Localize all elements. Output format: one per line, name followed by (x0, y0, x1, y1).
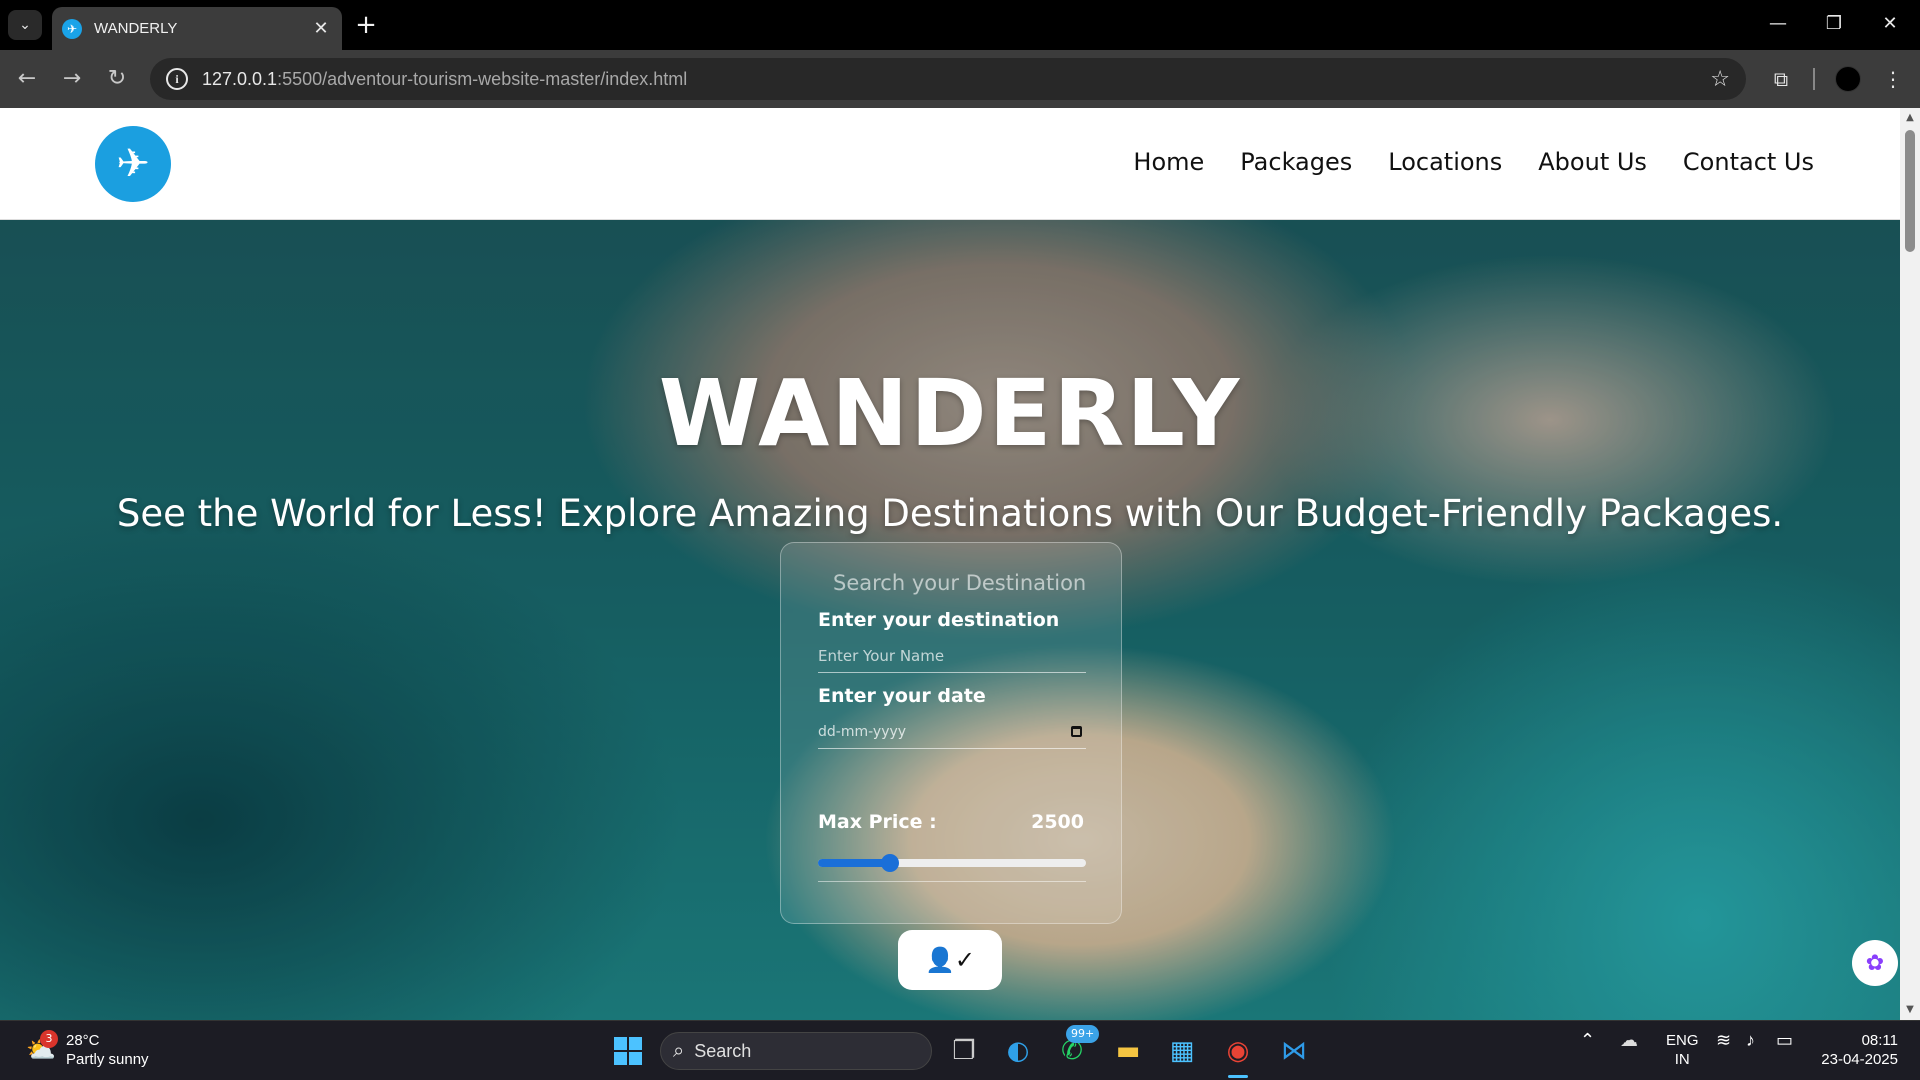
menu-kebab-icon[interactable]: ⋮ (1878, 64, 1908, 94)
page-viewport: ✈ Home Packages Locations About Us Conta… (0, 108, 1920, 1020)
wifi-icon[interactable]: ≋ (1716, 1031, 1731, 1050)
edge-browser-icon[interactable]: ◐ (1000, 1033, 1036, 1069)
submit-button[interactable]: 👤✓ (898, 930, 1002, 990)
clock-time: 08:11 (1861, 1032, 1898, 1049)
search-form-card: Search your Destination Enter your desti… (780, 542, 1122, 924)
airplane-logo-icon[interactable]: ✈ (95, 126, 171, 202)
show-hidden-icons-icon[interactable]: ⌃ (1580, 1031, 1595, 1050)
browser-tab[interactable]: ✈ WANDERLY ✕ (52, 7, 342, 50)
minimize-icon[interactable]: — (1758, 8, 1798, 40)
tab-title: WANDERLY (94, 20, 178, 37)
battery-icon[interactable]: ▭ (1776, 1031, 1793, 1050)
close-tab-icon[interactable]: ✕ (310, 18, 332, 39)
slider-thumb[interactable] (881, 854, 900, 872)
date-label: Enter your date (818, 685, 986, 707)
forward-icon[interactable]: → (57, 64, 87, 94)
destination-input[interactable] (818, 639, 1086, 673)
search-card-title: Search your Destination (833, 571, 1087, 595)
scroll-down-icon[interactable]: ▼ (1904, 1004, 1916, 1016)
site-nav: Home Packages Locations About Us Contact… (1133, 148, 1814, 176)
toolbar-separator (1813, 68, 1815, 90)
assistant-brain-icon[interactable]: ✿ (1852, 940, 1898, 986)
reload-icon[interactable]: ↻ (102, 64, 132, 94)
site-header: ✈ Home Packages Locations About Us Conta… (0, 108, 1900, 220)
url-path: :5500/adventour-tourism-website-master/i… (277, 68, 688, 89)
volume-icon[interactable]: ♪ (1746, 1031, 1755, 1050)
windows-taskbar: ⛅ 3 28°C Partly sunny ⌕ Search ❐ ◐ ✆ 99+… (0, 1020, 1920, 1080)
hero-subtitle: See the World for Less! Explore Amazing … (116, 492, 1784, 535)
language-indicator[interactable]: ENG IN (1666, 1031, 1699, 1069)
date-input[interactable]: dd-mm-yyyy (818, 715, 1086, 749)
scroll-up-icon[interactable]: ▲ (1904, 112, 1916, 124)
calendar-icon[interactable] (1071, 726, 1082, 737)
microsoft-store-icon[interactable]: ▦ (1164, 1033, 1200, 1069)
profile-avatar[interactable] (1835, 66, 1861, 92)
taskbar-search[interactable]: ⌕ Search (660, 1032, 932, 1070)
address-bar[interactable]: i 127.0.0.1:5500/adventour-tourism-websi… (150, 58, 1746, 100)
clock[interactable]: 08:11 23-04-2025 (1818, 1031, 1898, 1069)
extensions-icon[interactable]: ⧉ (1766, 64, 1796, 94)
nav-locations[interactable]: Locations (1388, 148, 1502, 176)
language-top: ENG (1666, 1032, 1699, 1049)
divider (818, 881, 1086, 882)
taskbar-search-label: Search (694, 1040, 752, 1061)
url-text[interactable]: 127.0.0.1:5500/adventour-tourism-website… (202, 69, 1710, 90)
chrome-active-indicator (1228, 1075, 1248, 1078)
restore-icon[interactable]: ❐ (1814, 8, 1854, 40)
onedrive-icon[interactable]: ☁ (1620, 1031, 1638, 1050)
weather-widget[interactable]: ⛅ 3 28°C Partly sunny (26, 1030, 149, 1069)
site-info-icon[interactable]: i (166, 68, 188, 90)
close-window-icon[interactable]: ✕ (1870, 8, 1910, 40)
clock-date: 23-04-2025 (1821, 1051, 1898, 1068)
date-placeholder: dd-mm-yyyy (818, 723, 907, 740)
page-scrollbar[interactable]: ▲ ▼ (1900, 108, 1920, 1020)
new-tab-icon[interactable]: + (352, 12, 380, 40)
destination-label: Enter your destination (818, 609, 1060, 631)
scroll-thumb[interactable] (1905, 130, 1915, 252)
airplane-favicon-icon: ✈ (62, 18, 82, 39)
whatsapp-badge: 99+ (1066, 1025, 1100, 1043)
bookmark-star-icon[interactable]: ☆ (1710, 67, 1730, 92)
file-explorer-icon[interactable]: ▬ (1110, 1033, 1146, 1069)
max-price-value: 2500 (1031, 811, 1084, 833)
weather-desc: Partly sunny (66, 1051, 149, 1068)
max-price-slider[interactable] (818, 854, 1086, 872)
slider-fill (818, 859, 891, 867)
weather-temp: 28°C (66, 1032, 100, 1049)
nav-about-us[interactable]: About Us (1538, 148, 1647, 176)
back-icon[interactable]: ← (12, 64, 42, 94)
search-icon: ⌕ (673, 1039, 685, 1062)
language-bottom: IN (1674, 1051, 1690, 1068)
chrome-icon[interactable]: ◉ (1220, 1033, 1256, 1069)
task-view-icon[interactable]: ❐ (946, 1033, 982, 1069)
vscode-icon[interactable]: ⋈ (1276, 1033, 1312, 1069)
tab-search-dropdown-icon[interactable]: ⌄ (8, 10, 42, 40)
browser-tab-bar: ⌄ ✈ WANDERLY ✕ + — ❐ ✕ (0, 0, 1920, 50)
partly-sunny-icon: ⛅ 3 (26, 1030, 58, 1064)
weather-badge: 3 (40, 1030, 58, 1048)
browser-toolbar: ← → ↻ i 127.0.0.1:5500/adventour-tourism… (0, 50, 1920, 108)
nav-home[interactable]: Home (1133, 148, 1204, 176)
start-icon[interactable] (610, 1033, 646, 1069)
nav-packages[interactable]: Packages (1240, 148, 1352, 176)
max-price-label: Max Price : (818, 811, 937, 833)
url-host: 127.0.0.1 (202, 68, 278, 89)
nav-contact-us[interactable]: Contact Us (1683, 148, 1814, 176)
hero-title: WANDERLY (658, 360, 1242, 467)
user-check-icon: 👤✓ (925, 946, 975, 974)
